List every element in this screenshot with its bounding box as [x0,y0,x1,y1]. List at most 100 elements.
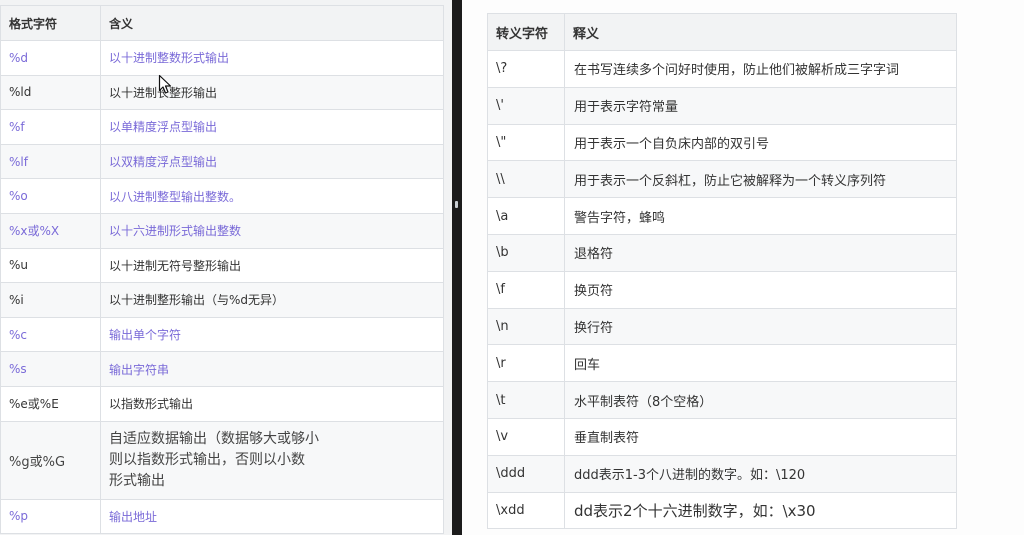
escape-meaning-cell: 换页符 [564,270,957,309]
format-meaning-cell: 以十六进制形式输出整数 [100,212,444,249]
escape-character-table: 转义字符 释义 \? 在书写连续多个问好时使用，防止他们被解析成三字字词 \' 用于表… [487,13,957,530]
format-meaning-cell: 以双精度浮点型输出 [100,143,444,180]
escape-char-cell: \' [487,86,565,125]
escape-row: \\ 用于表示一个反斜杠，防止它被解释为一个转义序列符 [487,160,957,199]
split-divider[interactable] [452,0,462,535]
mouse-cursor-icon [158,74,172,94]
format-meaning-cell: 以八进制整型输出整数。 [100,178,444,214]
format-header-meaning: 含义 [100,5,444,41]
format-spec-cell: %x或%X [0,212,101,249]
format-row: %f 以单精度浮点型输出 [0,109,444,145]
format-meaning-cell: 自适应数据输出（数据够大或够小 则以指数形式输出，否则以小数 形式输出 [100,420,444,500]
escape-row: \b 退格符 [487,233,957,272]
escape-meaning-cell: 换行符 [564,307,957,346]
format-row: %s 输出字符串 [0,351,444,387]
format-spec-link[interactable]: %o [9,189,28,203]
format-spec-cell: %i [0,282,101,318]
format-spec-cell: %c [0,316,101,353]
format-specifier-table: 格式字符 含义 %d 以十进制整数形式输出 %ld 以十进制长整形输出 %f 以单精度浮点… [0,5,444,535]
format-meaning-cell: 以十进制整形输出（与%d无异） [100,282,444,318]
format-spec-link[interactable]: %p [9,509,28,523]
format-table-header: 格式字符 含义 [0,5,444,41]
format-row: %ld 以十进制长整形输出 [0,74,444,111]
format-spec-link[interactable]: %x或%X [9,224,59,238]
escape-char-cell: \b [487,233,565,272]
format-meaning-link[interactable]: 以八进制整型输出整数。 [109,190,241,204]
format-meaning-link[interactable]: 输出单个字符 [109,328,181,342]
escape-table-header: 转义字符 释义 [487,13,957,51]
format-meaning-link[interactable]: 输出地址 [109,510,157,524]
format-meaning-cell: 输出字符串 [100,351,444,387]
escape-row: \ddd ddd表示1-3个八进制的数字。如：\120 [487,454,957,493]
escape-char-cell: \v [487,417,565,456]
left-panel: 格式字符 含义 %d 以十进制整数形式输出 %ld 以十进制长整形输出 %f 以单精度浮点… [0,0,452,535]
meaning-line: 则以指数形式输出，否则以小数 [109,451,305,468]
escape-row: \xdd dd表示2个十六进制数字，如：\x30 [487,491,957,530]
escape-meaning-cell: 退格符 [564,233,957,272]
format-row: %e或%E 以指数形式输出 [0,385,444,422]
format-spec-cell: %ld [0,74,101,111]
escape-row: \a 警告字符，蜂鸣 [487,197,957,235]
format-meaning-cell: 以十进制整数形式输出 [100,40,444,76]
escape-row: \v 垂直制表符 [487,417,957,456]
escape-row: \n 换行符 [487,307,957,346]
format-row: %x或%X 以十六进制形式输出整数 [0,212,444,249]
escape-table-body: \? 在书写连续多个问好时使用，防止他们被解析成三字字词 \' 用于表示字符常量 \" 用… [487,50,957,530]
format-spec-cell: %o [0,178,101,214]
format-table-body: %d 以十进制整数形式输出 %ld 以十进制长整形输出 %f 以单精度浮点型输出 %lf 以双… [0,40,444,535]
format-row: %p 输出地址 [0,498,444,535]
format-meaning-link[interactable]: 以单精度浮点型输出 [109,120,217,134]
escape-char-cell: \n [487,307,565,346]
escape-char-cell: \? [487,50,565,88]
escape-meaning-cell: 垂直制表符 [564,417,957,456]
escape-char-cell: \" [487,123,565,162]
format-meaning-link[interactable]: 输出字符串 [109,363,169,377]
escape-char-cell: \f [487,270,565,309]
format-meaning-cell: 以十进制无符号整形输出 [100,247,444,284]
right-panel: 转义字符 释义 \? 在书写连续多个问好时使用，防止他们被解析成三字字词 \' 用于表… [462,0,1024,535]
escape-meaning-cell: 用于表示字符常量 [564,86,957,125]
format-spec-link[interactable]: %d [9,51,28,65]
format-row: %o 以八进制整型输出整数。 [0,178,444,214]
escape-meaning-cell: 用于表示一个反斜杠，防止它被解释为一个转义序列符 [564,160,957,199]
meaning-line: 自适应数据输出（数据够大或够小 [109,430,319,447]
escape-meaning-cell: 在书写连续多个问好时使用，防止他们被解析成三字字词 [564,50,957,88]
escape-char-cell: \ddd [487,454,565,493]
format-row: %d 以十进制整数形式输出 [0,40,444,76]
escape-char-cell: \r [487,344,565,383]
format-spec-cell: %g或%G [0,420,101,500]
escape-row: \" 用于表示一个自负床内部的双引号 [487,123,957,162]
format-meaning-cell: 以单精度浮点型输出 [100,109,444,145]
escape-header-char: 转义字符 [487,13,565,51]
format-row: %u 以十进制无符号整形输出 [0,247,444,284]
format-meaning-link[interactable]: 以十进制整数形式输出 [109,51,229,65]
format-spec-link[interactable]: %s [9,362,27,376]
format-meaning-link[interactable]: 以双精度浮点型输出 [109,155,217,169]
escape-char-cell: \xdd [487,491,565,530]
escape-row: \? 在书写连续多个问好时使用，防止他们被解析成三字字词 [487,50,957,88]
format-spec-link[interactable]: %c [9,328,27,342]
escape-row: \f 换页符 [487,270,957,309]
escape-row: \r 回车 [487,344,957,383]
format-row: %g或%G 自适应数据输出（数据够大或够小 则以指数形式输出，否则以小数 形式输出 [0,420,444,500]
format-spec-cell: %d [0,40,101,76]
escape-meaning-cell: ddd表示1-3个八进制的数字。如：\120 [564,454,957,493]
format-row: %i 以十进制整形输出（与%d无异） [0,282,444,318]
meaning-line: 形式输出 [109,472,165,489]
format-meaning-cell: 输出单个字符 [100,316,444,353]
escape-header-meaning: 释义 [564,13,957,51]
format-spec-cell: %s [0,351,101,387]
divider-handle[interactable] [455,201,458,208]
format-spec-link[interactable]: %f [9,120,25,134]
format-spec-cell: %lf [0,143,101,180]
format-spec-link[interactable]: %lf [9,155,28,169]
format-spec-cell: %p [0,498,101,535]
format-spec-cell: %e或%E [0,385,101,422]
format-meaning-link[interactable]: 以十六进制形式输出整数 [109,224,241,238]
format-spec-cell: %f [0,109,101,145]
format-spec-cell: %u [0,247,101,284]
format-header-spec: 格式字符 [0,5,101,41]
escape-row: \' 用于表示字符常量 [487,86,957,125]
escape-meaning-cell: 回车 [564,344,957,383]
escape-char-cell: \a [487,197,565,235]
